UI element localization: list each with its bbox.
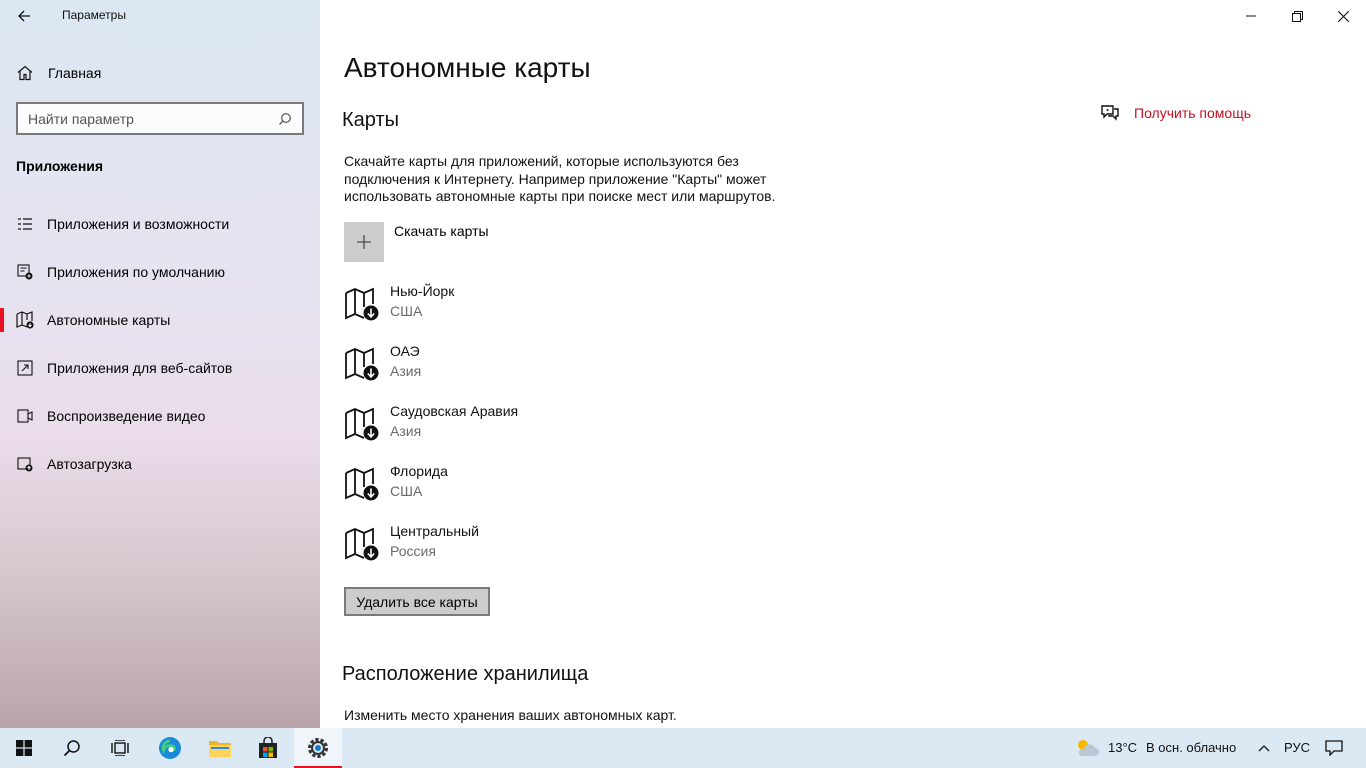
sidebar-item-label: Приложения и возможности [47,216,230,232]
sidebar-item-video-playback[interactable]: Воспроизведение видео [0,392,320,440]
map-region: Азия [390,363,422,379]
offline-maps-icon [16,311,34,329]
home-icon [17,65,33,81]
home-link[interactable]: Главная [16,62,101,84]
gear-icon [308,738,328,758]
weather-description[interactable]: В осн. облачно [1146,740,1236,755]
edge-browser-button[interactable] [146,728,194,768]
sidebar: Параметры Главная Приложения Приложения … [0,0,320,728]
back-arrow-icon [18,10,30,22]
default-apps-icon [16,263,34,281]
map-download-icon [345,287,379,321]
startup-icon [16,455,34,473]
map-download-icon [345,407,379,441]
main-content: Автономные карты Карты Скачайте карты дл… [320,0,1366,728]
sidebar-item-startup[interactable]: Автозагрузка [0,440,320,488]
settings-taskbar-button[interactable] [294,728,342,768]
map-download-icon [345,527,379,561]
weather-cloudy-icon [1078,740,1099,756]
plus-icon [357,235,371,249]
minimize-button[interactable] [1228,0,1274,32]
delete-all-maps-button[interactable]: Удалить все карты [344,587,490,616]
task-view-icon [111,740,129,756]
search-box[interactable] [16,102,304,135]
back-button[interactable] [12,4,36,28]
get-help-link[interactable]: Получить помощь [1100,104,1251,122]
search-icon [63,740,80,757]
video-playback-icon [16,407,34,425]
sidebar-item-label: Автозагрузка [47,456,132,472]
app-title: Параметры [62,8,126,22]
map-name: Нью-Йорк [390,283,455,299]
download-maps-button[interactable] [344,222,384,262]
taskbar-search-button[interactable] [48,728,96,768]
get-help-label: Получить помощь [1134,105,1252,121]
map-region: США [390,303,423,319]
folder-icon [209,741,231,757]
map-name: ОАЭ [390,343,420,359]
show-hidden-icons-button[interactable] [1252,728,1276,768]
sidebar-item-offline-maps[interactable]: Автономные карты [0,296,320,344]
task-view-button[interactable] [96,728,144,768]
windows-logo-icon [16,740,32,756]
search-input[interactable] [28,110,278,127]
map-download-icon [345,467,379,501]
map-region: Азия [390,423,422,439]
web-apps-icon [16,359,34,377]
input-language-indicator[interactable]: РУС [1284,740,1310,755]
close-button[interactable] [1320,0,1366,32]
map-name: Флорида [390,463,448,479]
sidebar-item-web-apps[interactable]: Приложения для веб-сайтов [0,344,320,392]
help-chat-icon [1101,105,1119,121]
sidebar-item-default-apps[interactable]: Приложения по умолчанию [0,248,320,296]
maps-section-title: Карты [342,109,399,131]
page-title: Автономные карты [344,52,591,83]
apps-list-icon [16,215,34,233]
search-icon[interactable] [278,112,292,126]
restore-button[interactable] [1274,0,1320,32]
sidebar-section-title: Приложения [16,158,104,174]
download-maps-label[interactable]: Скачать карты [394,223,489,239]
file-explorer-button[interactable] [196,728,244,768]
store-bag-icon [259,737,277,758]
map-name: Саудовская Аравия [390,403,519,419]
chevron-up-icon [1258,745,1270,752]
notification-icon [1325,740,1343,756]
map-region: США [390,483,423,499]
maps-description: Скачайте карты для приложений, которые и… [344,153,776,204]
home-label: Главная [48,65,102,81]
sidebar-nav: Приложения и возможности Приложения по у… [0,200,320,488]
minimize-icon [1246,15,1256,17]
sidebar-item-label: Воспроизведение видео [47,408,206,424]
map-name: Центральный [390,523,479,539]
sidebar-item-label: Приложения для веб-сайтов [47,360,233,376]
restore-icon [1291,10,1303,22]
sidebar-item-label: Приложения по умолчанию [47,264,225,280]
map-download-icon [345,347,379,381]
sidebar-item-label: Автономные карты [47,312,171,328]
start-button[interactable] [0,728,48,768]
storage-section-title: Расположение хранилища [342,663,589,685]
close-icon [1337,10,1349,22]
taskbar: 13°C В осн. облачно РУС [0,728,1366,768]
map-region: Россия [390,543,436,559]
weather-temperature[interactable]: 13°C [1108,740,1137,755]
edge-icon [159,737,181,759]
store-button[interactable] [244,728,292,768]
storage-description: Изменить место хранения ваших автономных… [344,707,677,723]
notifications-button[interactable] [1310,728,1358,768]
sidebar-item-apps-features[interactable]: Приложения и возможности [0,200,320,248]
